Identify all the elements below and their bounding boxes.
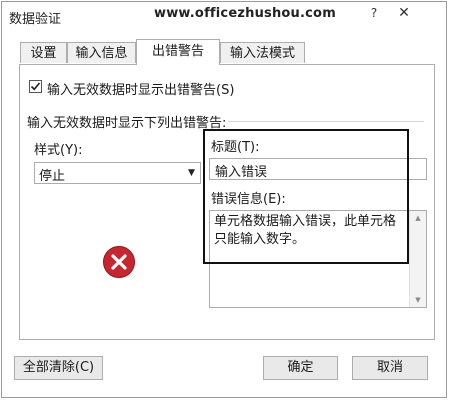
style-label: 样式(Y): (34, 143, 83, 158)
scroll-down-icon[interactable]: ▼ (410, 293, 426, 307)
cancel-button[interactable]: 取消 (352, 356, 428, 380)
dialog-title: 数据验证 (9, 12, 62, 27)
section-divider (228, 121, 424, 122)
checkmark-icon (30, 82, 41, 91)
ok-button[interactable]: 确定 (263, 356, 338, 380)
data-validation-dialog: 数据验证 www.officezhushou.com ? ✕ 设置 输入信息 出… (1, 1, 447, 398)
section-label: 输入无效数据时显示下列出错警告: (27, 116, 227, 131)
title-input[interactable]: 输入错误 (209, 158, 427, 180)
scroll-up-icon[interactable]: ▲ (410, 211, 426, 225)
error-alert-panel: 输入无效数据时显示出错警告(S) 输入无效数据时显示下列出错警告: 样式(Y):… (19, 64, 435, 340)
title-label: 标题(T): (211, 140, 260, 155)
error-message-textarea[interactable]: 单元格数据输入错误，此单元格只能输入数字。 ▲ ▼ (209, 210, 427, 308)
watermark-text: www.officezhushou.com (154, 6, 336, 21)
tab-error-alert[interactable]: 出错警告 (136, 39, 220, 65)
tab-settings[interactable]: 设置 (20, 42, 67, 63)
show-alert-checkbox[interactable] (29, 80, 42, 93)
error-stop-icon (103, 246, 135, 278)
style-select[interactable]: 停止 ▼ (34, 162, 201, 184)
clear-all-button[interactable]: 全部清除(C) (14, 356, 103, 380)
tab-ime-mode[interactable]: 输入法模式 (220, 42, 305, 63)
style-value: 停止 (39, 169, 66, 184)
error-message-label: 错误信息(E): (211, 192, 286, 207)
close-button[interactable]: ✕ (396, 6, 412, 21)
error-message-text: 单元格数据输入错误，此单元格只能输入数字。 (214, 214, 397, 247)
title-bar: 数据验证 www.officezhushou.com ? ✕ (2, 2, 446, 29)
tab-input-message[interactable]: 输入信息 (67, 42, 136, 63)
show-alert-label[interactable]: 输入无效数据时显示出错警告(S) (47, 79, 234, 98)
message-scrollbar[interactable]: ▲ ▼ (409, 211, 426, 307)
help-button[interactable]: ? (366, 6, 382, 21)
dropdown-arrow-icon[interactable]: ▼ (183, 163, 200, 183)
